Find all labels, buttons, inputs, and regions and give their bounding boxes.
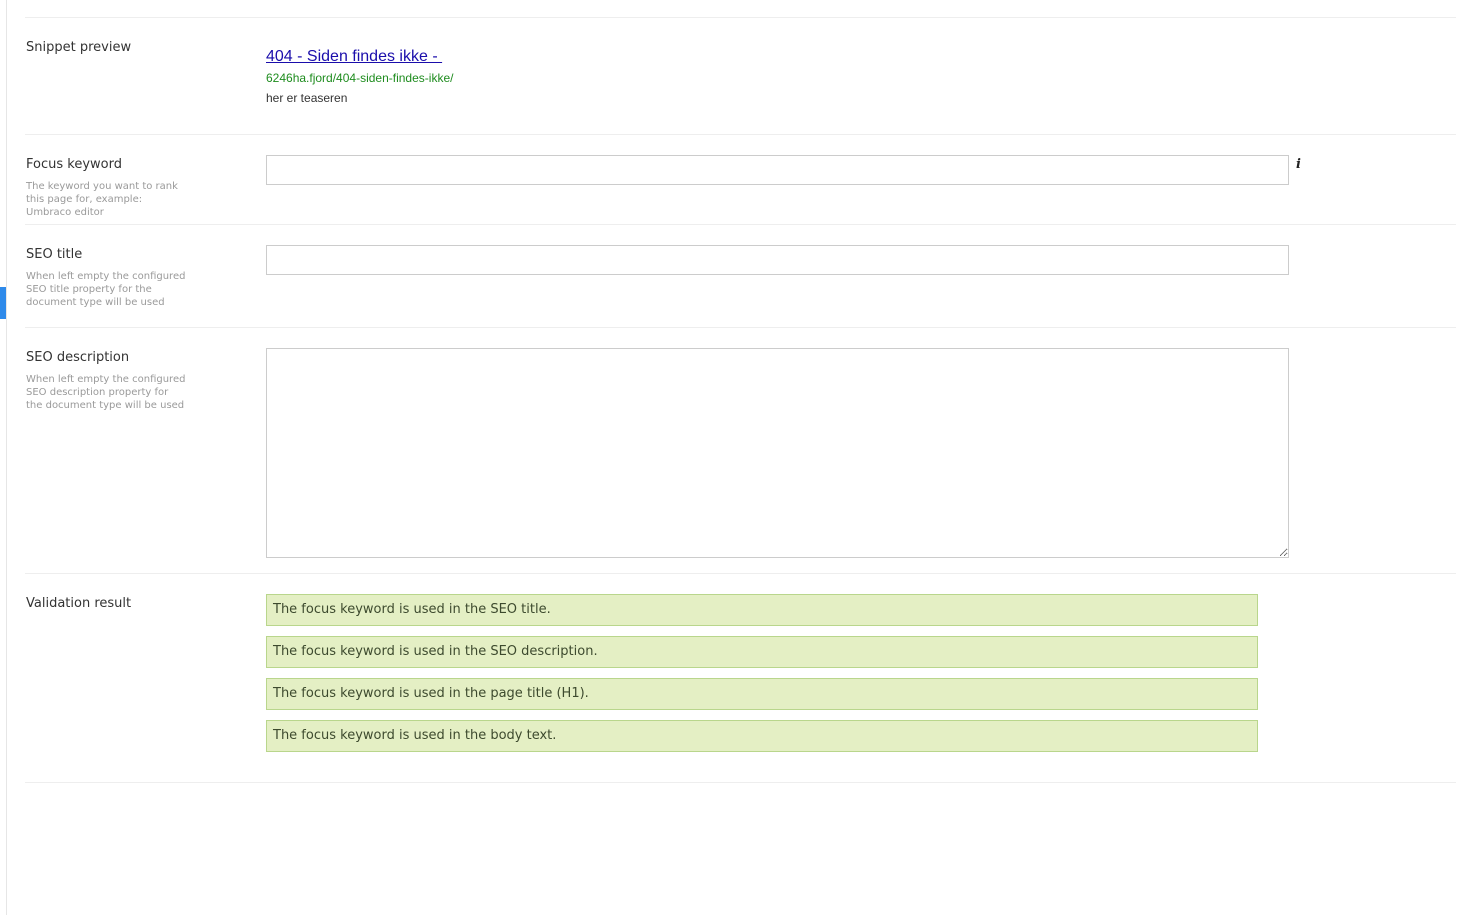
divider: [25, 327, 1456, 328]
seo-title-label: SEO title: [26, 247, 83, 262]
focus-keyword-description: The keyword you want to rank this page f…: [26, 181, 178, 218]
seo-description-textarea[interactable]: [266, 348, 1289, 558]
snippet-preview-description: her er teaseren: [266, 91, 348, 105]
focus-keyword-input[interactable]: [266, 155, 1289, 185]
info-icon[interactable]: i: [1296, 157, 1301, 172]
validation-result-item: The focus keyword is used in the SEO des…: [266, 636, 1258, 668]
divider: [25, 782, 1456, 783]
validation-result-item: The focus keyword is used in the page ti…: [266, 678, 1258, 710]
validation-result-label: Validation result: [26, 596, 132, 611]
left-border: [6, 0, 7, 915]
divider: [25, 573, 1456, 574]
snippet-preview-title-link[interactable]: 404 - Siden findes ikke -: [266, 48, 442, 66]
divider: [25, 134, 1456, 135]
seo-title-input[interactable]: [266, 245, 1289, 275]
divider: [25, 17, 1456, 18]
active-tab-marker: [0, 287, 6, 319]
seo-title-description: When left empty the configured SEO title…: [26, 271, 186, 308]
validation-result-item: The focus keyword is used in the SEO tit…: [266, 594, 1258, 626]
seo-panel: Snippet preview 404 - Siden findes ikke …: [0, 0, 1458, 915]
snippet-preview-label: Snippet preview: [26, 40, 132, 55]
seo-description-label: SEO description: [26, 350, 130, 365]
divider: [25, 224, 1456, 225]
seo-description-help: When left empty the configured SEO descr…: [26, 374, 186, 411]
snippet-preview-url: 6246ha.fjord/404-siden-findes-ikke/: [266, 71, 454, 85]
validation-result-item: The focus keyword is used in the body te…: [266, 720, 1258, 752]
focus-keyword-label: Focus keyword: [26, 157, 122, 172]
